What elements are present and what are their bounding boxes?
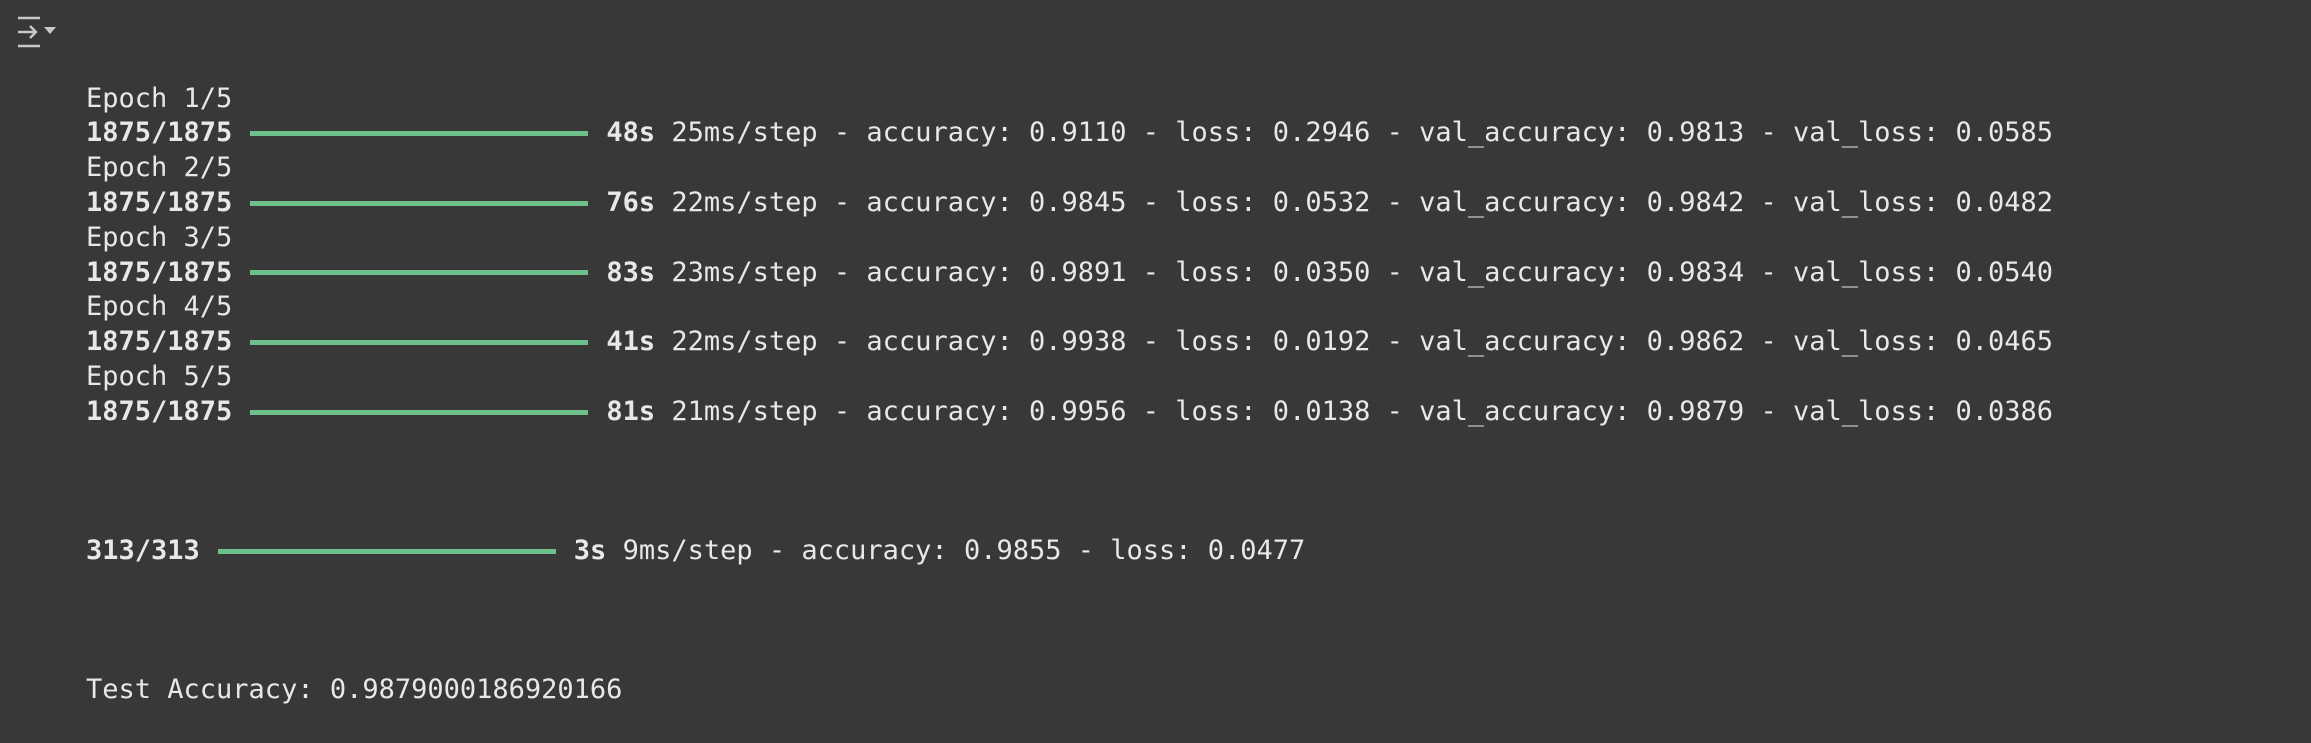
epoch-time: 83s — [606, 256, 656, 288]
epoch-steps: 1875/1875 — [86, 117, 233, 149]
epoch-progress-line: 1875/1875 76s 22ms/step - accuracy: 0.984… — [86, 186, 2053, 221]
epoch-label: Epoch 4/5 — [86, 291, 233, 323]
epoch-header: Epoch 3/5 — [86, 221, 2053, 256]
epoch-steps: 1875/1875 — [86, 326, 233, 358]
epoch-progress-line: 1875/1875 83s 23ms/step - accuracy: 0.989… — [86, 256, 2053, 291]
epoch-metrics: 22ms/step - accuracy: 0.9938 - loss: 0.0… — [671, 326, 2054, 358]
epoch-progress-bar — [232, 116, 606, 151]
epoch-sep — [655, 325, 671, 360]
epoch-sep — [655, 395, 671, 430]
eval-metrics: 9ms/step - accuracy: 0.9855 - loss: 0.04… — [622, 534, 1306, 566]
epoch-progress-bar — [232, 186, 606, 221]
epoch-time: 48s — [606, 117, 656, 149]
epoch-header: Epoch 1/5 — [86, 82, 2053, 117]
epoch-progress-fill — [250, 409, 589, 415]
epoch-progress-fill — [250, 131, 589, 137]
cell-output: Epoch 1/5 1875/1875 48s 25ms/step - accura… — [86, 12, 2053, 743]
epoch-metrics: 22ms/step - accuracy: 0.9845 - loss: 0.0… — [671, 186, 2054, 218]
epoch-sep — [655, 256, 671, 291]
epoch-header: Epoch 5/5 — [86, 360, 2053, 395]
epoch-header: Epoch 4/5 — [86, 290, 2053, 325]
epoch-metrics: 23ms/step - accuracy: 0.9891 - loss: 0.0… — [671, 256, 2054, 288]
epoch-progress-line: 1875/1875 41s 22ms/step - accuracy: 0.993… — [86, 325, 2053, 360]
output-collapse-icon-graphic — [18, 16, 56, 48]
epoch-steps: 1875/1875 — [86, 395, 233, 427]
epoch-metrics: 25ms/step - accuracy: 0.9110 - loss: 0.2… — [671, 117, 2054, 149]
epoch-progress-line: 1875/1875 48s 25ms/step - accuracy: 0.911… — [86, 116, 2053, 151]
epoch-progress-bar — [232, 395, 606, 430]
epoch-label: Epoch 3/5 — [86, 221, 233, 253]
eval-sep — [606, 534, 622, 569]
epoch-sep — [655, 116, 671, 151]
test-accuracy-text: Test Accuracy: 0.9879000186920166 — [86, 674, 623, 706]
epoch-header: Epoch 2/5 — [86, 151, 2053, 186]
output-collapse-icon[interactable] — [16, 14, 60, 50]
epoch-label: Epoch 5/5 — [86, 360, 233, 392]
epoch-time: 41s — [606, 326, 656, 358]
eval-progress-bar — [200, 534, 574, 569]
eval-progress-fill — [217, 548, 556, 554]
epoch-sep — [655, 186, 671, 221]
eval-steps: 313/313 — [86, 534, 200, 566]
epoch-progress-fill — [250, 340, 589, 346]
epoch-label: Epoch 2/5 — [86, 152, 233, 184]
epoch-progress-fill — [250, 200, 589, 206]
epoch-time: 81s — [606, 395, 656, 427]
evaluation-line: 313/313 3s 9ms/step - accuracy: 0.9855 -… — [86, 534, 2053, 569]
epoch-progress-line: 1875/1875 81s 21ms/step - accuracy: 0.995… — [86, 395, 2053, 430]
epoch-steps: 1875/1875 — [86, 186, 233, 218]
test-accuracy-line: Test Accuracy: 0.9879000186920166 — [86, 673, 2053, 708]
epoch-progress-fill — [250, 270, 589, 276]
epoch-progress-bar — [232, 325, 606, 360]
eval-time: 3s — [573, 534, 607, 566]
epoch-time: 76s — [606, 186, 656, 218]
epoch-progress-bar — [232, 256, 606, 291]
epoch-steps: 1875/1875 — [86, 256, 233, 288]
epoch-metrics: 21ms/step - accuracy: 0.9956 - loss: 0.0… — [671, 395, 2054, 427]
training-log: Epoch 1/5 1875/1875 48s 25ms/step - accura… — [86, 82, 2053, 430]
epoch-label: Epoch 1/5 — [86, 82, 233, 114]
